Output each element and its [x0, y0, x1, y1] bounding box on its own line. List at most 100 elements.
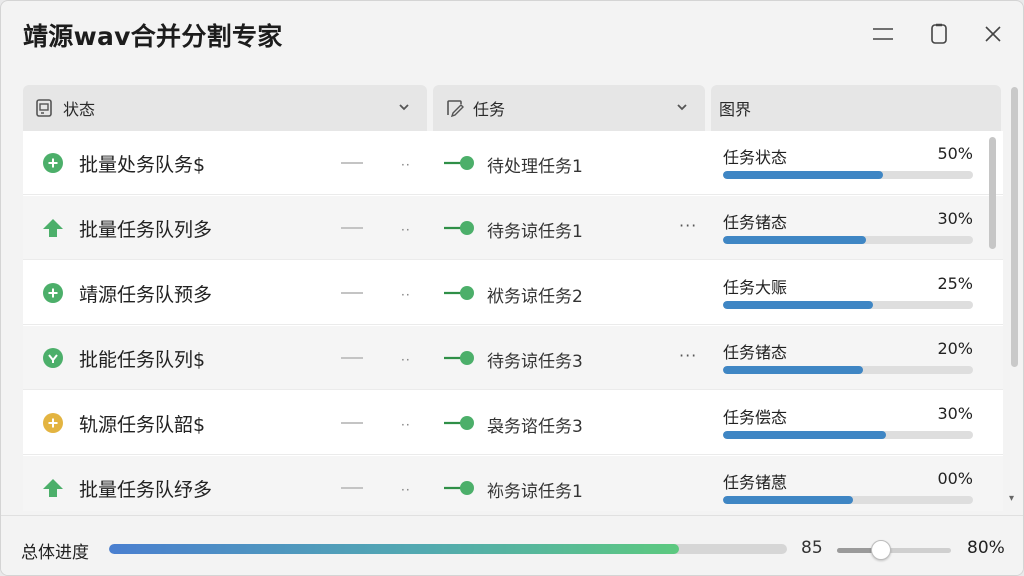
overall-percent: 80% — [967, 538, 1005, 558]
window-title: 靖源wav合并分割专家 — [23, 22, 283, 51]
row-progress-fill — [723, 496, 853, 504]
slider-thumb[interactable] — [871, 540, 892, 560]
row-name: 靖源任务队预多 — [79, 284, 213, 306]
overall-progress-bar — [109, 544, 787, 554]
restore-icon — [931, 23, 947, 44]
row-progress-bar — [723, 301, 973, 309]
task-list: 批量处务队务$ ·· 待处理任务1 任务状态 50% 批量任务队列多 ·· 待务… — [23, 131, 1003, 511]
restore-button[interactable] — [921, 19, 957, 49]
column-header-task[interactable]: 任务 — [433, 85, 705, 131]
row-percent: 30% — [937, 209, 973, 228]
column-header-progress[interactable]: 图界 — [711, 85, 1001, 131]
row-status-label: 任务锗态 — [723, 213, 788, 232]
chevron-down-icon[interactable] — [675, 100, 691, 116]
row-status-label: 任务锗蒽 — [723, 473, 788, 492]
drag-handle-icon[interactable]: ·· — [401, 418, 411, 432]
row-progress-bar — [723, 431, 973, 439]
drag-handle-icon[interactable]: ·· — [401, 223, 411, 237]
plus-circle-icon — [42, 412, 64, 434]
overall-progress-number: 85 — [801, 538, 823, 558]
separator-dash — [341, 162, 363, 164]
row-task: 袮务谅任务1 — [487, 482, 583, 502]
chevron-down-icon[interactable] — [397, 100, 413, 116]
more-options-icon[interactable]: ··· — [679, 216, 697, 235]
separator-dash — [341, 227, 363, 229]
plus-circle-icon — [42, 282, 64, 304]
row-progress-fill — [723, 171, 883, 179]
drag-handle-icon[interactable]: ·· — [401, 483, 411, 497]
link-status-icon — [443, 479, 475, 497]
footer-bar: 总体进度 85 80% — [1, 515, 1023, 575]
row-percent: 30% — [937, 404, 973, 423]
window-scrollbar[interactable]: ▾ — [1008, 87, 1020, 507]
row-status-label: 任务大赈 — [723, 278, 788, 297]
row-name: 轨源任务队韶$ — [79, 414, 206, 436]
row-percent: 20% — [937, 339, 973, 358]
check-circle-icon — [42, 347, 64, 369]
row-percent: 25% — [937, 274, 973, 293]
task-icon — [445, 98, 465, 118]
table-row[interactable]: 靖源任务队预多 ·· 袱务谅任务2 任务大赈 25% — [23, 261, 1003, 325]
table-row[interactable]: 批量处务队务$ ·· 待处理任务1 任务状态 50% — [23, 131, 1003, 195]
link-status-icon — [443, 414, 475, 432]
scrollbar-thumb[interactable] — [1011, 87, 1018, 367]
row-progress-fill — [723, 431, 886, 439]
minimize-icon — [873, 28, 893, 40]
title-bar: 靖源wav合并分割专家 — [1, 1, 1023, 73]
overall-progress-fill — [109, 544, 679, 554]
table-row[interactable]: 批量任务队纾多 ·· 袮务谅任务1 任务锗蒽 00% — [23, 456, 1003, 511]
link-status-icon — [443, 154, 475, 172]
arrow-up-icon — [42, 477, 64, 499]
row-name: 批量任务队列多 — [79, 219, 213, 241]
volume-slider[interactable] — [837, 540, 953, 560]
link-status-icon — [443, 349, 475, 367]
row-percent: 50% — [937, 144, 973, 163]
row-progress-fill — [723, 366, 863, 374]
row-progress-bar — [723, 236, 973, 244]
overall-progress-label: 总体进度 — [21, 543, 89, 563]
table-row[interactable]: 轨源任务队韶$ ·· 袅务谘任务3 任务偿态 30% — [23, 391, 1003, 455]
minimize-button[interactable] — [865, 19, 901, 49]
column-header-label: 图界 — [719, 100, 752, 119]
column-header-label: 任务 — [473, 100, 506, 119]
row-task: 袅务谘任务3 — [487, 417, 583, 437]
row-status-label: 任务状态 — [723, 148, 788, 167]
list-header: 状态 任务 图界 — [23, 85, 1003, 131]
row-progress-fill — [723, 301, 873, 309]
row-progress-bar — [723, 496, 973, 504]
separator-dash — [341, 422, 363, 424]
row-name: 批量处务队务$ — [79, 154, 206, 176]
row-percent: 00% — [937, 469, 973, 488]
row-name: 批量任务队纾多 — [79, 479, 213, 501]
row-task: 待处理任务1 — [487, 157, 583, 177]
row-progress-bar — [723, 366, 973, 374]
separator-dash — [341, 357, 363, 359]
app-window: 靖源wav合并分割专家 状态 任务 图界 批量处务队务$ ·· 待处理任务1 任… — [0, 0, 1024, 576]
column-header-label: 状态 — [63, 100, 96, 119]
table-row[interactable]: 批能任务队列$ ·· 待务谅任务3 ··· 任务锗态 20% — [23, 326, 1003, 390]
scroll-down-arrow-icon[interactable]: ▾ — [1009, 493, 1014, 504]
row-progress-fill — [723, 236, 866, 244]
scrollbar-thumb[interactable] — [989, 137, 996, 249]
more-options-icon[interactable]: ··· — [679, 346, 697, 365]
drag-handle-icon[interactable]: ·· — [401, 158, 411, 172]
list-scrollbar[interactable] — [985, 131, 999, 511]
column-header-status[interactable]: 状态 — [23, 85, 427, 131]
arrow-up-icon — [42, 217, 64, 239]
close-button[interactable] — [975, 19, 1011, 49]
separator-dash — [341, 487, 363, 489]
row-status-label: 任务锗态 — [723, 343, 788, 362]
plus-circle-icon — [42, 152, 64, 174]
row-task: 待务谅任务3 — [487, 352, 583, 372]
row-status-label: 任务偿态 — [723, 408, 788, 427]
separator-dash — [341, 292, 363, 294]
drag-handle-icon[interactable]: ·· — [401, 288, 411, 302]
table-row[interactable]: 批量任务队列多 ·· 待务谅任务1 ··· 任务锗态 30% — [23, 196, 1003, 260]
close-icon — [985, 26, 1001, 42]
status-icon — [35, 98, 55, 118]
row-name: 批能任务队列$ — [79, 349, 206, 371]
link-status-icon — [443, 219, 475, 237]
drag-handle-icon[interactable]: ·· — [401, 353, 411, 367]
link-status-icon — [443, 284, 475, 302]
row-task: 待务谅任务1 — [487, 222, 583, 242]
